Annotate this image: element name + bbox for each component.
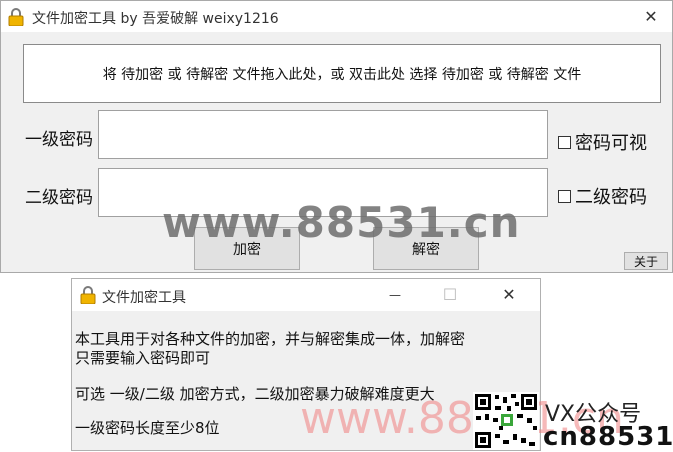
main-close-button[interactable]: ✕ xyxy=(628,1,673,32)
about-maximize-button[interactable]: ☐ xyxy=(427,279,473,310)
level2-checkbox-box[interactable] xyxy=(558,189,571,203)
main-window: 文件加密工具 by 吾爱破解 weixy1216 ✕ 将 待加密 或 待解密 文… xyxy=(0,0,673,273)
about-titlebar[interactable]: 文件加密工具 — ☐ ✕ xyxy=(72,279,540,311)
show-password-checkbox-box[interactable] xyxy=(558,135,571,149)
lock-icon xyxy=(80,286,96,304)
level2-password-label: 二级密码 xyxy=(25,188,93,208)
about-close-button[interactable]: ✕ xyxy=(486,279,532,310)
watermark-vx-id: cn88531 xyxy=(543,422,673,452)
about-button[interactable]: 关于 xyxy=(624,252,668,270)
qr-code-icon xyxy=(473,392,539,450)
level2-checkbox-label: 二级密码 xyxy=(575,187,647,208)
about-line-1a: 本工具用于对各种文件的加密，并与解密集成一体，加解密 xyxy=(75,330,466,348)
lock-icon xyxy=(8,8,24,26)
about-line-2: 可选 一级/二级 加密方式，二级加密暴力破解难度更大 xyxy=(75,385,435,403)
level2-checkbox[interactable]: 二级密码 xyxy=(558,183,647,209)
show-password-label: 密码可视 xyxy=(575,133,647,154)
encrypt-button[interactable]: 加密 xyxy=(194,227,300,270)
main-window-title: 文件加密工具 by 吾爱破解 weixy1216 xyxy=(32,11,279,27)
level1-password-input[interactable] xyxy=(98,110,548,159)
about-line-1b: 只需要输入密码即可 xyxy=(75,349,211,367)
level2-password-input[interactable] xyxy=(98,168,548,217)
about-minimize-button[interactable]: — xyxy=(372,279,418,310)
about-line-3: 一级密码长度至少8位 xyxy=(75,419,220,437)
drop-zone-instructions: 将 待加密 或 待解密 文件拖入此处，或 双击此处 选择 待加密 或 待解密 文… xyxy=(102,66,582,83)
main-titlebar[interactable]: 文件加密工具 by 吾爱破解 weixy1216 ✕ xyxy=(1,1,672,32)
file-drop-zone[interactable]: 将 待加密 或 待解密 文件拖入此处，或 双击此处 选择 待加密 或 待解密 文… xyxy=(23,44,661,103)
level1-password-label: 一级密码 xyxy=(25,130,93,150)
decrypt-button[interactable]: 解密 xyxy=(373,227,479,270)
show-password-checkbox[interactable]: 密码可视 xyxy=(558,129,647,155)
about-window-title: 文件加密工具 xyxy=(102,290,186,306)
watermark-vx-label: VX公众号 xyxy=(545,402,642,427)
